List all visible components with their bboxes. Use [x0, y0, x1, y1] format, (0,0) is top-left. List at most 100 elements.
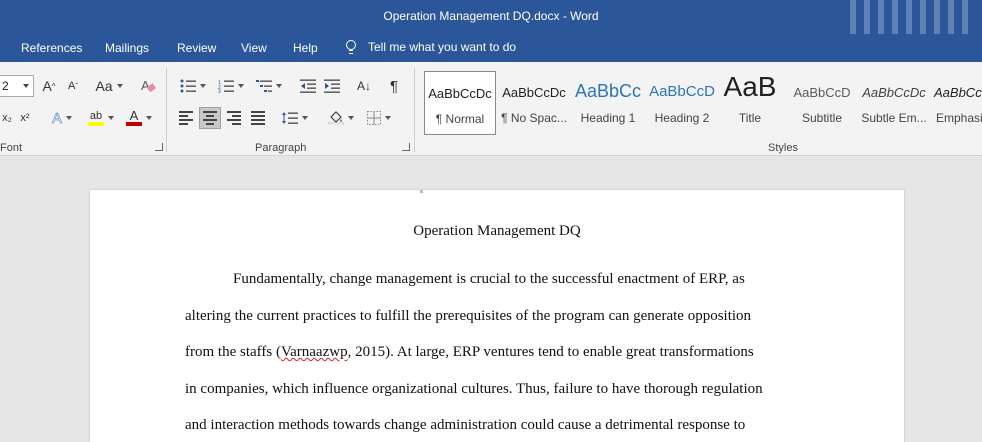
style-preview: AaBbCcDc [502, 85, 566, 100]
svg-text:3: 3 [218, 89, 221, 93]
text-run: from the staffs ( [185, 344, 281, 360]
align-center-button[interactable] [199, 107, 221, 129]
paragraph-line: Fundamentally, change management is cruc… [233, 271, 745, 287]
chevron-down-icon [23, 84, 29, 88]
multilevel-list-button[interactable] [252, 75, 286, 97]
group-separator [414, 68, 415, 152]
style-name: ¶ Normal [435, 112, 485, 126]
style-subtitle[interactable]: AaBbCcD Subtitle [786, 71, 858, 135]
style-preview: AaBbCcD [649, 83, 715, 100]
bullets-button[interactable] [176, 75, 210, 97]
increase-indent-button[interactable] [322, 75, 342, 97]
align-left-icon [179, 109, 193, 128]
ribbon: 2 A ^ Aˇ Aa A x₂ x² A ab A Font 12 3 A↓ … [0, 62, 982, 156]
font-size-value: 2 [2, 79, 9, 93]
shrink-font-button[interactable]: Aˇ [64, 75, 82, 97]
pilcrow-icon: ¶ [389, 77, 399, 95]
numbering-icon: 123 [218, 80, 234, 93]
misspelled-word[interactable]: Varnaazwp [281, 344, 348, 360]
change-case-button[interactable]: Aa [92, 75, 126, 97]
style-preview: AaBbCcD [793, 85, 851, 100]
tell-me-search[interactable]: Tell me what you want to do [346, 40, 516, 54]
subscript-icon: x₂ [2, 112, 12, 124]
text-run: , 2015). At large, ERP ventures tend to … [347, 344, 754, 360]
title-bar: Operation Management DQ.docx - Word [0, 0, 982, 60]
grow-font-button[interactable]: A ^ [40, 75, 58, 97]
tab-review[interactable]: Review [177, 41, 216, 55]
chevron-down-icon [276, 84, 282, 88]
align-right-button[interactable] [224, 107, 244, 129]
style-name: ¶ No Spac... [501, 111, 567, 125]
ribbon-tabs: References Mailings Review View Help Tel… [0, 34, 982, 62]
superscript-icon: x² [20, 112, 30, 124]
show-formatting-marks-button[interactable]: ¶ [384, 75, 404, 97]
document-canvas[interactable]: Operation Management DQ Fundamentally, c… [0, 157, 982, 442]
style-subtle-emphasis[interactable]: AaBbCcDc Subtle Em... [858, 71, 930, 135]
font-color-button[interactable]: A [122, 107, 156, 129]
chevron-down-icon [200, 84, 206, 88]
paragraph-line: altering the current practices to fulfil… [185, 308, 752, 324]
font-color-icon: A [129, 108, 139, 123]
style-name: Emphasis [936, 111, 982, 125]
style-heading-1[interactable]: AaBbCc Heading 1 [572, 71, 644, 135]
document-page[interactable]: Operation Management DQ Fundamentally, c… [90, 190, 904, 442]
chevron-down-icon [116, 84, 123, 88]
grow-font-icon: A [42, 78, 52, 94]
window-title: Operation Management DQ.docx - Word [383, 9, 599, 23]
group-separator [166, 68, 167, 152]
decrease-indent-button[interactable] [298, 75, 318, 97]
chevron-down-icon [385, 116, 391, 120]
style-preview: AaBbCcDc [428, 86, 492, 101]
tab-references[interactable]: References [21, 41, 82, 55]
borders-icon [367, 111, 381, 125]
style-preview: AaB [723, 71, 777, 102]
chevron-down-icon [108, 116, 114, 120]
style-preview: AaBbCc [574, 81, 642, 101]
styles-group-label: Styles [768, 142, 798, 154]
tab-view[interactable]: View [241, 41, 267, 55]
decrease-indent-icon [300, 79, 316, 93]
style-name: Heading 1 [580, 111, 636, 125]
text-effects-button[interactable]: A [46, 107, 78, 129]
document-title: Operation Management DQ [413, 223, 581, 239]
highlight-color-swatch [88, 121, 104, 126]
style-heading-2[interactable]: AaBbCcD Heading 2 [646, 71, 718, 135]
clear-formatting-button[interactable]: A [138, 75, 158, 97]
style-normal[interactable]: AaBbCcDc ¶ Normal [424, 71, 496, 135]
chevron-down-icon [302, 116, 308, 120]
superscript-button[interactable]: x² [16, 107, 34, 129]
paragraph-dialog-launcher-icon[interactable] [402, 143, 410, 151]
line-spacing-button[interactable] [278, 107, 312, 129]
style-title[interactable]: AaB Title [714, 71, 786, 135]
chevron-down-icon [66, 116, 72, 120]
paragraph-line: and interaction methods towards change a… [185, 417, 746, 433]
sort-icon: A↓ [356, 79, 371, 93]
font-color-swatch [126, 122, 142, 126]
style-emphasis[interactable]: AaBbCcDc Emphasis [932, 71, 982, 135]
borders-button[interactable] [362, 107, 396, 129]
paragraph-group-label: Paragraph [255, 142, 307, 154]
shrink-font-icon: A [67, 80, 76, 92]
tab-help[interactable]: Help [293, 41, 318, 55]
align-left-button[interactable] [176, 107, 196, 129]
justify-button[interactable] [248, 107, 268, 129]
align-center-icon [203, 109, 217, 128]
style-no-spacing[interactable]: AaBbCcDc ¶ No Spac... [498, 71, 570, 135]
font-dialog-launcher-icon[interactable] [155, 143, 163, 151]
subscript-button[interactable]: x₂ [0, 107, 14, 129]
style-preview: AaBbCcDc [862, 85, 926, 100]
numbering-button[interactable]: 123 [214, 75, 248, 97]
style-preview: AaBbCcDc [934, 85, 982, 100]
font-size-box[interactable]: 2 [0, 75, 34, 97]
multilevel-list-icon [256, 80, 272, 92]
style-name: Subtle Em... [861, 111, 927, 125]
tab-mailings[interactable]: Mailings [105, 41, 149, 55]
eraser-icon: A [141, 78, 156, 93]
line-spacing-icon [282, 112, 298, 124]
sort-button[interactable]: A↓ [354, 75, 374, 97]
shading-button[interactable] [324, 107, 358, 129]
align-right-icon [227, 109, 241, 128]
page-marker [420, 190, 423, 193]
text-highlight-button[interactable]: ab [84, 107, 118, 129]
style-name: Heading 2 [654, 111, 710, 125]
